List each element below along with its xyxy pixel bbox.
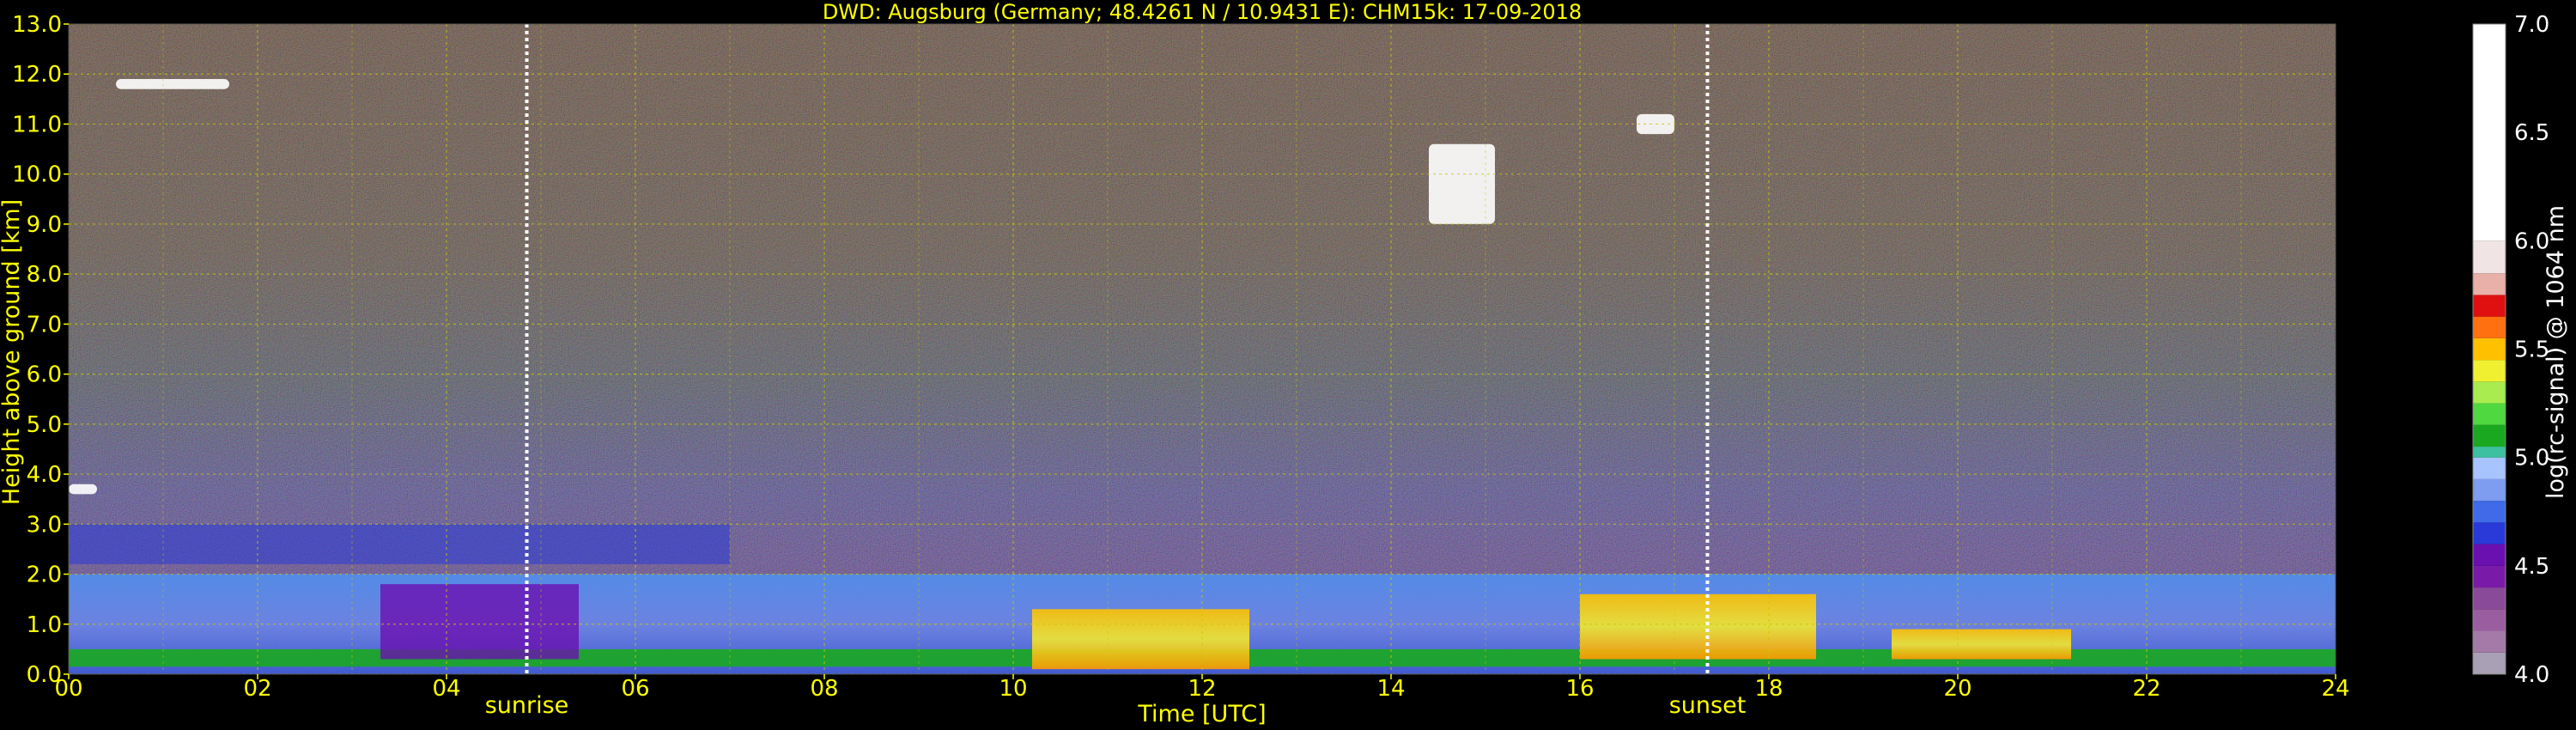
colorbar-tick-label: 4.0 — [2514, 662, 2549, 688]
x-axis-label: Time [UTC] — [1137, 701, 1266, 727]
y-tick-label: 7.0 — [27, 312, 62, 338]
x-tick-label: 20 — [1943, 676, 1971, 702]
colorbar-segment — [2473, 273, 2506, 295]
chart-title: DWD: Augsburg (Germany; 48.4261 N / 10.9… — [823, 0, 1582, 24]
x-axis: 00 02 04 06 08 10 12 14 16 18 20 22 24 — [54, 674, 2350, 702]
y-tick-label: 8.0 — [27, 262, 62, 288]
colorbar-segment — [2473, 295, 2506, 317]
y-tick-label: 12.0 — [12, 62, 62, 88]
feature-cirrus-cloud — [1429, 143, 1495, 224]
x-tick-label: 14 — [1376, 676, 1405, 702]
colorbar-segment — [2473, 316, 2506, 338]
sunset-label: sunset — [1669, 692, 1747, 719]
y-tick-label: 2.0 — [27, 563, 62, 588]
x-tick-label: 08 — [810, 676, 838, 702]
colorbar-segment — [2473, 544, 2506, 566]
y-tick-label: 3.0 — [27, 512, 62, 538]
y-tick-label: 5.0 — [27, 412, 62, 438]
x-tick-label: 22 — [2132, 676, 2160, 702]
colorbar-segment — [2473, 652, 2506, 674]
colorbar-segment — [2473, 609, 2506, 631]
x-tick-label: 12 — [1188, 676, 1216, 702]
sunrise-label: sunrise — [485, 692, 569, 719]
feature-evening-yellow — [1892, 629, 2071, 660]
annotations: sunrise sunset — [485, 692, 1747, 719]
colorbar-segment — [2473, 457, 2506, 479]
colorbar-segment — [2473, 478, 2506, 502]
y-axis-label: Height above ground [km] — [0, 199, 25, 505]
y-tick-label: 9.0 — [27, 212, 62, 238]
colorbar-segment — [2473, 338, 2506, 361]
feature-convective-yellow — [1032, 609, 1249, 670]
feature-cirrus-cloud — [116, 79, 229, 89]
colorbar-segment — [2473, 24, 2506, 241]
feature-residual-layer — [69, 524, 730, 564]
colorbar-label: log(rc-signal) @ 1064 nm — [2543, 205, 2569, 499]
y-tick-label: 10.0 — [12, 162, 62, 188]
y-tick-label: 4.0 — [27, 462, 62, 488]
y-tick-label: 11.0 — [12, 112, 62, 137]
colorbar-tick-label: 6.5 — [2514, 120, 2549, 146]
colorbar: 4.04.55.05.56.06.57.0 — [2472, 12, 2549, 688]
y-tick-label: 13.0 — [12, 12, 62, 38]
colorbar-segment — [2473, 565, 2506, 588]
plot-area — [69, 24, 2336, 674]
colorbar-segment — [2473, 630, 2506, 653]
colorbar-segment — [2473, 360, 2506, 382]
x-tick-label: 16 — [1565, 676, 1594, 702]
colorbar-segment — [2473, 447, 2506, 458]
x-tick-label: 06 — [621, 676, 649, 702]
colorbar-tick-label: 4.5 — [2514, 554, 2549, 580]
x-tick-label: 00 — [54, 676, 82, 702]
x-tick-label: 04 — [432, 676, 460, 702]
colorbar-segment — [2473, 501, 2506, 523]
colorbar-segment — [2473, 587, 2506, 610]
colorbar-segment — [2473, 381, 2506, 404]
feature-afternoon-yellow — [1580, 593, 1816, 660]
colorbar-segment — [2473, 424, 2506, 447]
colorbar-tick-label: 7.0 — [2514, 12, 2549, 38]
colorbar-segment — [2473, 240, 2506, 274]
y-tick-label: 1.0 — [27, 612, 62, 638]
x-tick-label: 24 — [2321, 676, 2349, 702]
colorbar-segment — [2473, 522, 2506, 544]
x-tick-label: 10 — [999, 676, 1027, 702]
x-tick-label: 02 — [243, 676, 271, 702]
feature-low-cloud — [69, 484, 97, 495]
lidar-chart: 0.01.02.03.04.05.06.07.08.09.010.011.012… — [0, 0, 2569, 727]
y-tick-label: 6.0 — [27, 362, 62, 388]
feature-night-purple — [380, 584, 579, 660]
colorbar-segment — [2473, 403, 2506, 425]
x-tick-label: 18 — [1754, 676, 1783, 702]
